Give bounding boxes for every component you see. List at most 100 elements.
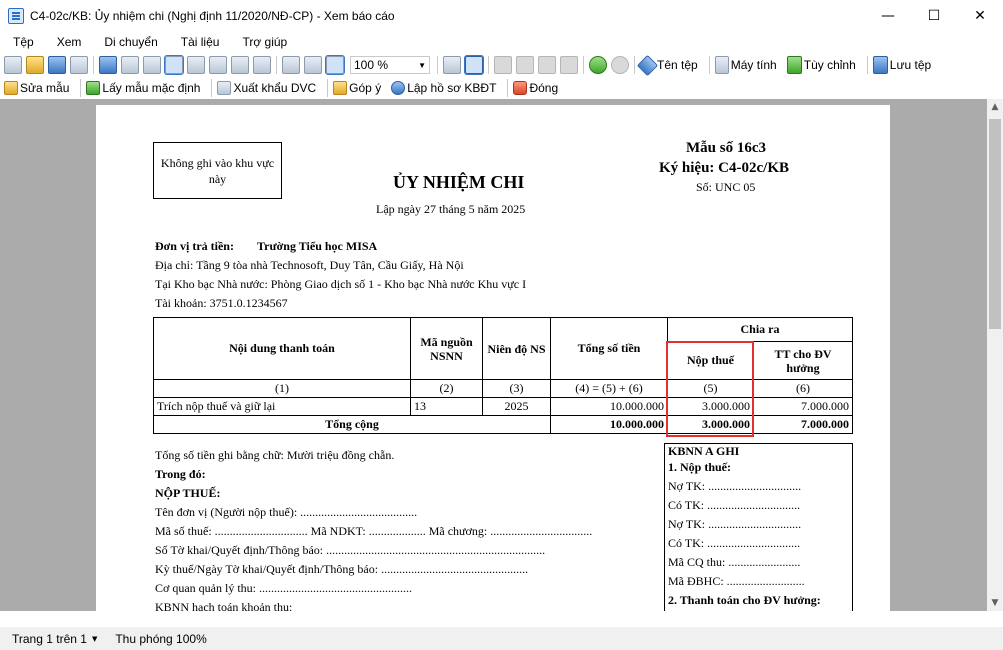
- calculator-button[interactable]: Máy tính: [731, 58, 777, 72]
- back-icon[interactable]: [589, 56, 607, 74]
- form-number: Mẫu số 16c3: [686, 140, 766, 156]
- save-file-button[interactable]: Lưu tệp: [890, 58, 931, 72]
- scroll-down-icon[interactable]: ▼: [987, 595, 1003, 611]
- calculator-icon[interactable]: [714, 56, 729, 74]
- status-bar: Trang 1 trên 1 ▼ Thu phóng 100%: [0, 627, 1003, 650]
- treasury-record-box: KBNN A GHI 1. Nộp thuế: Nợ TK: .........…: [664, 443, 853, 611]
- zoom-icon[interactable]: [187, 56, 205, 74]
- default-template-button[interactable]: Lấy mẫu mặc định: [102, 81, 200, 95]
- previous-page-icon[interactable]: [516, 56, 534, 74]
- payer-label: Đơn vị trả tiền:: [155, 239, 234, 253]
- separator: [507, 79, 509, 97]
- minimize-button[interactable]: —: [865, 0, 911, 32]
- export-dvc-button[interactable]: Xuất khẩu DVC: [233, 81, 316, 95]
- menu-di-chuyen[interactable]: Di chuyển: [91, 35, 167, 49]
- zoom-in-icon[interactable]: [209, 56, 227, 74]
- col-number: (2): [410, 379, 483, 398]
- page-width-icon[interactable]: [282, 56, 300, 74]
- open-folder-icon[interactable]: [26, 56, 44, 74]
- single-page-icon[interactable]: [443, 56, 461, 74]
- forward-icon[interactable]: [611, 56, 629, 74]
- hand-tool-icon[interactable]: [164, 55, 184, 75]
- treasury-record-title: KBNN A GHI: [668, 444, 740, 458]
- zoom-value: 100 %: [354, 58, 389, 72]
- maximize-button[interactable]: ☐: [911, 0, 957, 32]
- debit-account: Nợ TK: ...............................: [668, 479, 802, 493]
- report-viewer[interactable]: Không ghi vào khu vực này Mẫu số 16c3 Ký…: [0, 99, 987, 611]
- total-beneficiary: 7.000.000: [753, 415, 853, 434]
- file-name-icon[interactable]: [636, 54, 659, 76]
- page-title: ỦY NHIỆM CHI: [393, 172, 525, 192]
- first-page-icon[interactable]: [494, 56, 512, 74]
- document-icon[interactable]: [121, 56, 139, 74]
- new-icon[interactable]: [4, 56, 22, 74]
- scroll-thumb[interactable]: [989, 119, 1001, 329]
- separator: [866, 56, 868, 74]
- whole-page-icon[interactable]: [304, 56, 322, 74]
- header-fund-source: Mã nguồn NSNN: [410, 317, 483, 380]
- feedback-icon[interactable]: [333, 81, 348, 95]
- find-icon[interactable]: [143, 56, 161, 74]
- page-indicator[interactable]: Trang 1 trên 1: [12, 632, 87, 646]
- export-icon[interactable]: [217, 81, 232, 95]
- zoom-select-icon[interactable]: [253, 56, 271, 74]
- menu-xem[interactable]: Xem: [44, 35, 92, 49]
- separator: [276, 56, 277, 74]
- edit-template-icon[interactable]: [4, 81, 18, 95]
- last-page-icon[interactable]: [560, 56, 578, 74]
- close-doc-icon[interactable]: [513, 81, 528, 95]
- horizontal-scrollbar[interactable]: [0, 611, 1003, 627]
- account-number: Tài khoản: 3751.0.1234567: [155, 296, 288, 310]
- close-button[interactable]: ✕: [957, 0, 1003, 32]
- beneficiary-subtitle: 2. Thanh toán cho ĐV hưởng:: [668, 593, 821, 607]
- save-file-icon[interactable]: [872, 56, 888, 74]
- create-kbdt-button[interactable]: Lập hồ sơ KBĐT: [407, 81, 496, 95]
- kbdt-icon[interactable]: [391, 81, 406, 95]
- of-which-label: Trong đó:: [155, 467, 206, 481]
- chevron-down-icon: ▼: [418, 60, 426, 70]
- scroll-up-icon[interactable]: ▲: [987, 99, 1003, 115]
- col-number: (1): [153, 379, 411, 398]
- vertical-scrollbar[interactable]: ▲ ▼: [987, 99, 1003, 611]
- chevron-down-icon[interactable]: ▼: [92, 635, 97, 643]
- close-doc-button[interactable]: Đóng: [529, 81, 558, 95]
- feedback-button[interactable]: Góp ý: [349, 81, 381, 95]
- menu-bar: Tệp Xem Di chuyển Tài liệu Trợ giúp: [0, 32, 1003, 52]
- toolbar-secondary: Sửa mẫu Lấy mẫu mặc định Xuất khẩu DVC G…: [0, 77, 1003, 99]
- credit-account: Có TK: ...............................: [668, 536, 801, 550]
- separator: [708, 56, 710, 74]
- row-total: 10.000.000: [550, 397, 668, 416]
- header-beneficiary: TT cho ĐV hưởng: [753, 341, 853, 380]
- row-beneficiary: 7.000.000: [753, 397, 853, 416]
- menu-tep[interactable]: Tệp: [0, 35, 44, 49]
- window-title: C4-02c/KB: Ủy nhiệm chi (Nghị định 11/20…: [30, 9, 395, 23]
- header-total: Tổng số tiền: [550, 317, 668, 380]
- menu-tro-giup[interactable]: Trợ giúp: [229, 35, 297, 49]
- save-icon[interactable]: [48, 56, 66, 74]
- separator: [488, 56, 489, 74]
- actual-size-icon[interactable]: [325, 55, 345, 75]
- default-template-icon[interactable]: [86, 81, 101, 95]
- menu-tai-lieu[interactable]: Tài liệu: [168, 35, 230, 49]
- edit-template-button[interactable]: Sửa mẫu: [20, 81, 69, 95]
- two-page-icon[interactable]: [464, 55, 484, 75]
- amount-in-words: Tổng số tiền ghi bằng chữ: Mười triệu đồ…: [155, 448, 395, 462]
- customize-button[interactable]: Tùy chỉnh: [804, 58, 856, 72]
- next-page-icon[interactable]: [538, 56, 556, 74]
- highlight-tax-column: [666, 341, 754, 437]
- row-content: Trích nộp thuế và giữ lại: [153, 397, 411, 416]
- tax-period: Kỳ thuế/Ngày Tờ khai/Quyết định/Thông bá…: [155, 562, 529, 576]
- admin-unit-code: Mã ĐBHC: ..........................: [668, 574, 805, 588]
- customize-icon[interactable]: [786, 56, 802, 74]
- zoom-select[interactable]: 100 % ▼: [350, 56, 430, 74]
- file-name-button[interactable]: Tên tệp: [657, 58, 698, 72]
- print-icon[interactable]: [70, 56, 88, 74]
- document-date: Lập ngày 27 tháng 5 năm 2025: [376, 202, 526, 216]
- table-icon[interactable]: [99, 56, 117, 74]
- zoom-out-icon[interactable]: [231, 56, 249, 74]
- document-number: Số: UNC 05: [696, 180, 756, 194]
- toolbar-main: 100 % ▼ Tên tệp Máy tính Tùy chỉnh Lưu tệ…: [0, 53, 1003, 77]
- separator: [327, 79, 329, 97]
- address: Địa chỉ: Tầng 9 tòa nhà Technosoft, Duy …: [155, 258, 464, 272]
- credit-account: Có TK: ...............................: [668, 498, 801, 512]
